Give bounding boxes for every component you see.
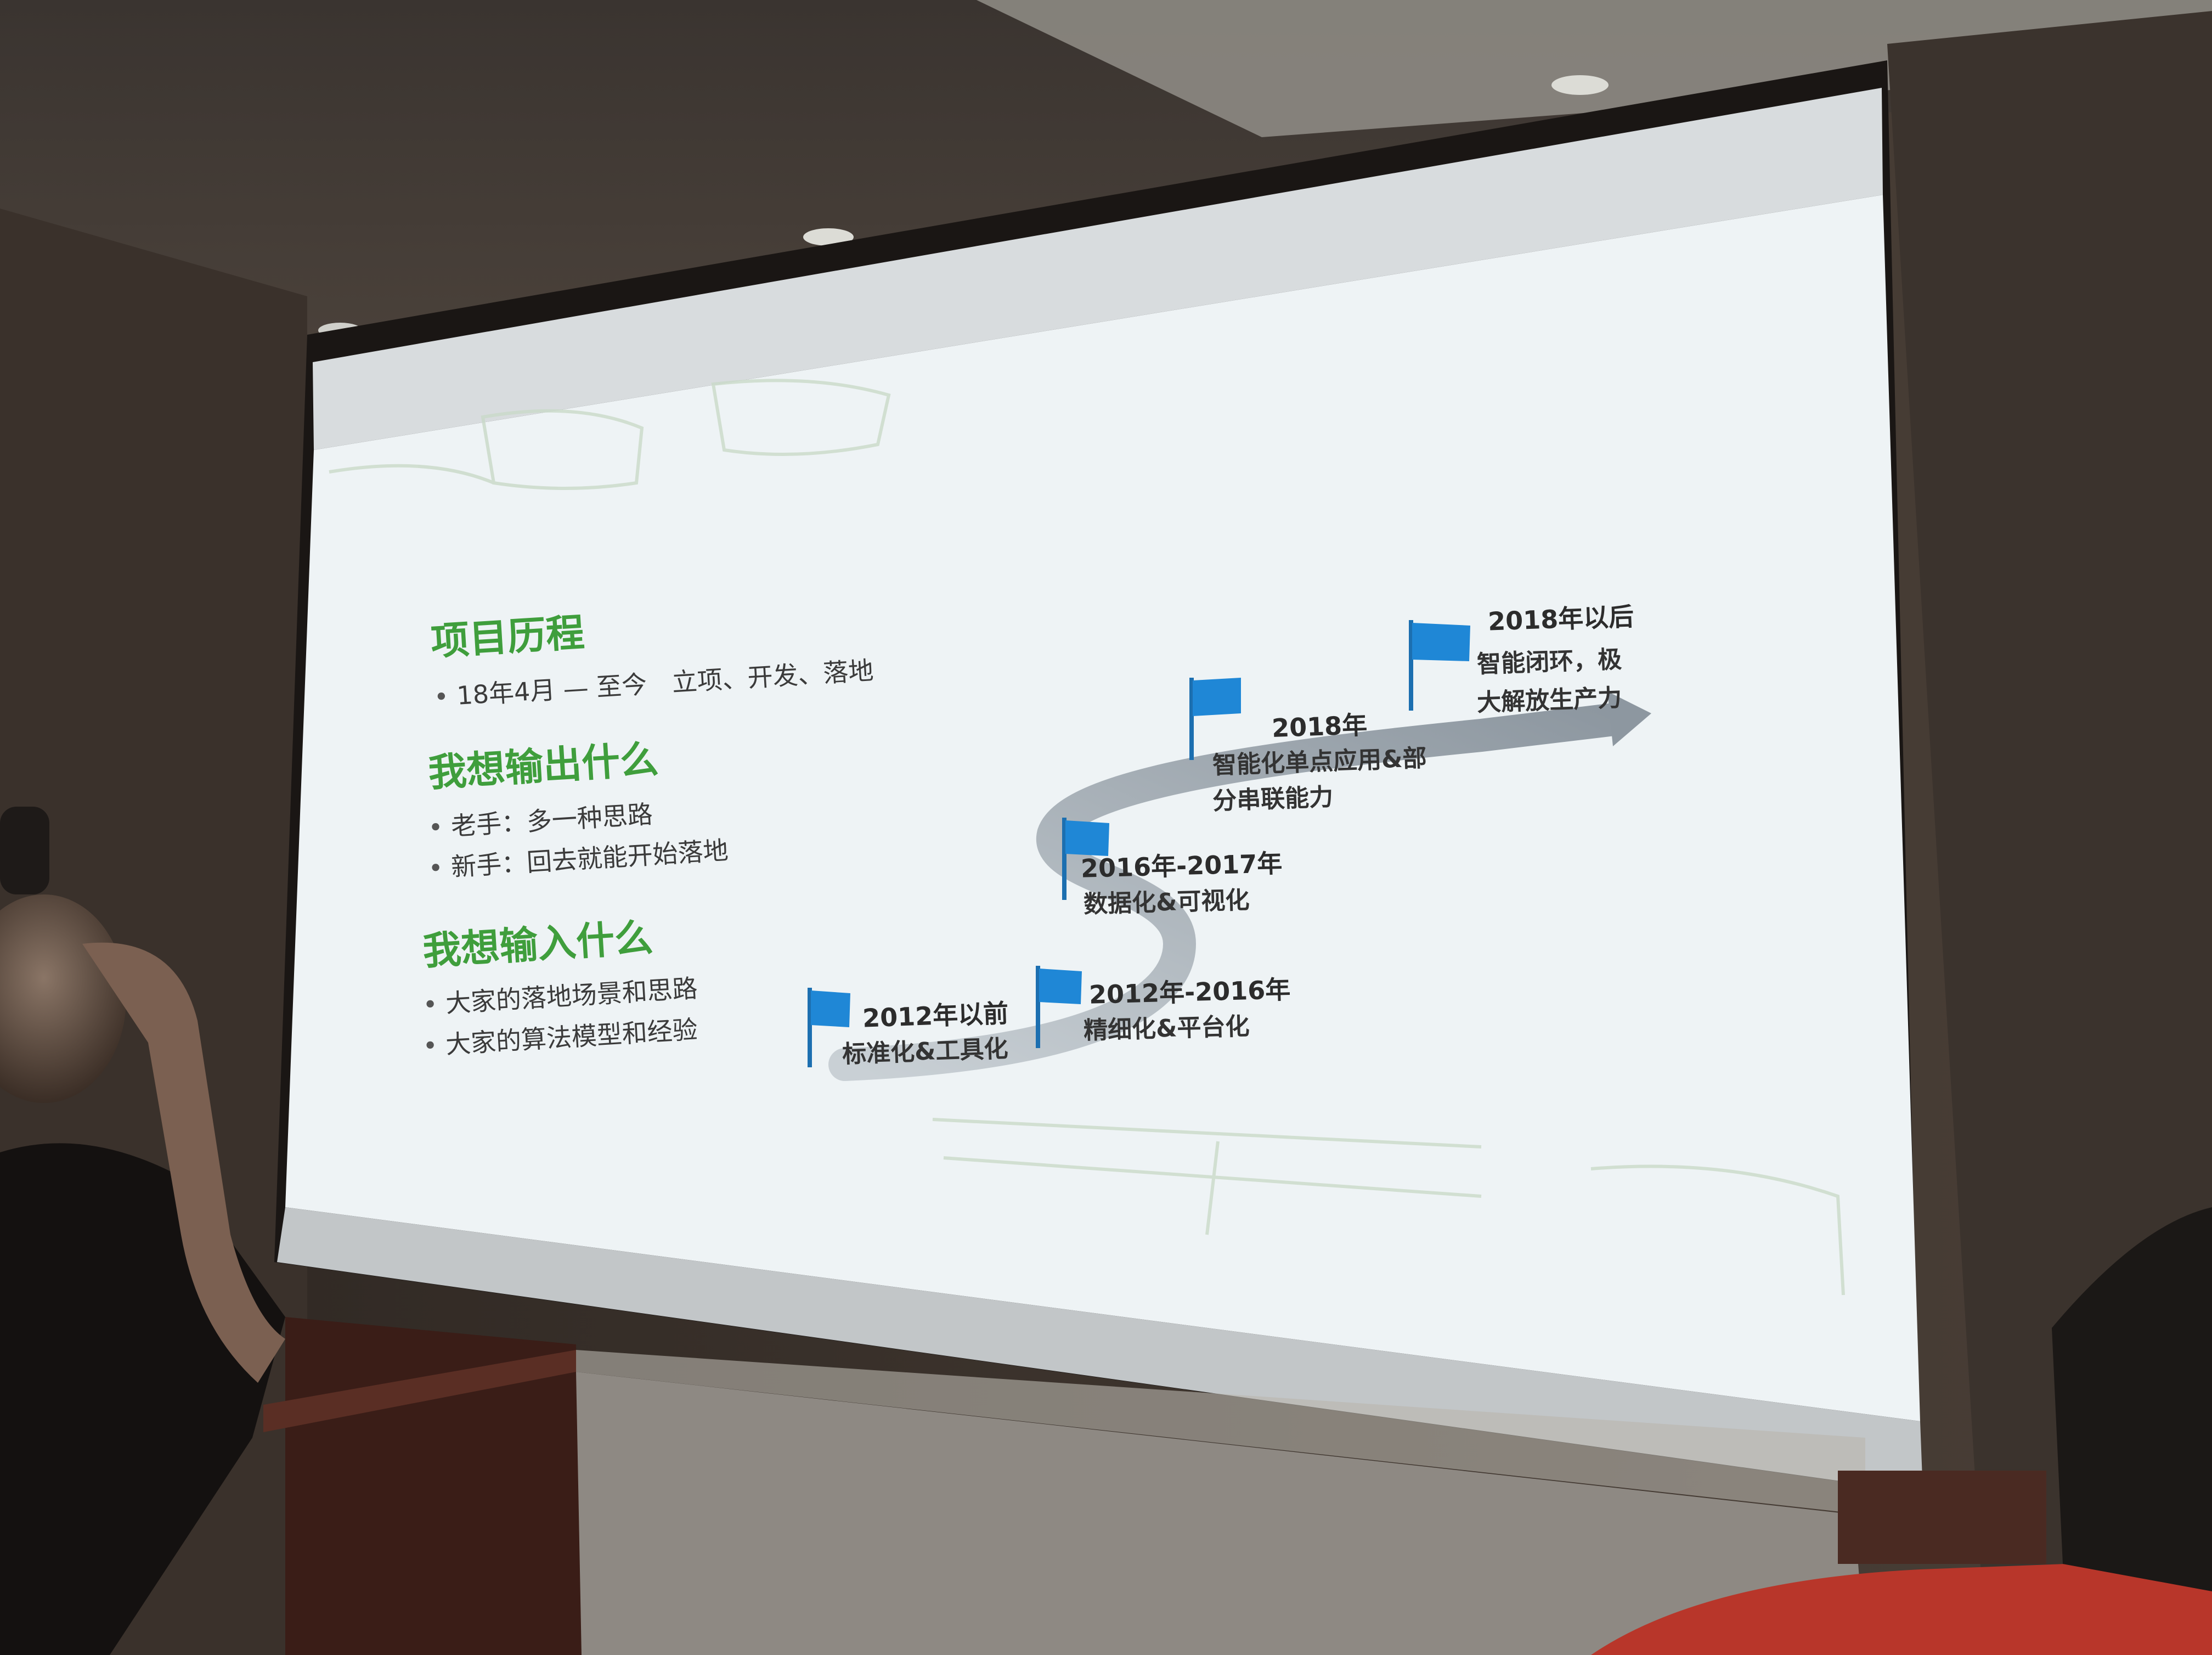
section-heading: 我想输出什么	[427, 736, 660, 796]
milestone-label: 2018年	[1271, 710, 1368, 744]
section-heading: 项目历程	[430, 610, 586, 665]
milestone-desc: 智能化单点应用&部	[1212, 744, 1427, 780]
milestone-desc: 智能闭环，极	[1476, 645, 1622, 679]
milestone-desc: 精细化&平台化	[1083, 1012, 1250, 1045]
slide-text-layer: 项目历程 18年4月 — 至今 立项、开发、落地 我想输出什么 老手：多一种思路…	[0, 0, 2212, 1655]
milestone-label: 2018年以后	[1487, 601, 1634, 637]
milestone-desc: 分串联能力	[1212, 783, 1334, 815]
section-heading: 我想输入什么	[421, 915, 654, 974]
milestone-desc: 标准化&工具化	[842, 1034, 1009, 1069]
milestone-label: 2012年-2016年	[1088, 975, 1291, 1010]
milestone-label: 2012年以前	[862, 998, 1009, 1033]
milestone-desc: 数据化&可视化	[1083, 886, 1250, 919]
milestone-label: 2016年-2017年	[1080, 848, 1283, 883]
milestone-desc: 大解放生产力	[1476, 684, 1622, 717]
